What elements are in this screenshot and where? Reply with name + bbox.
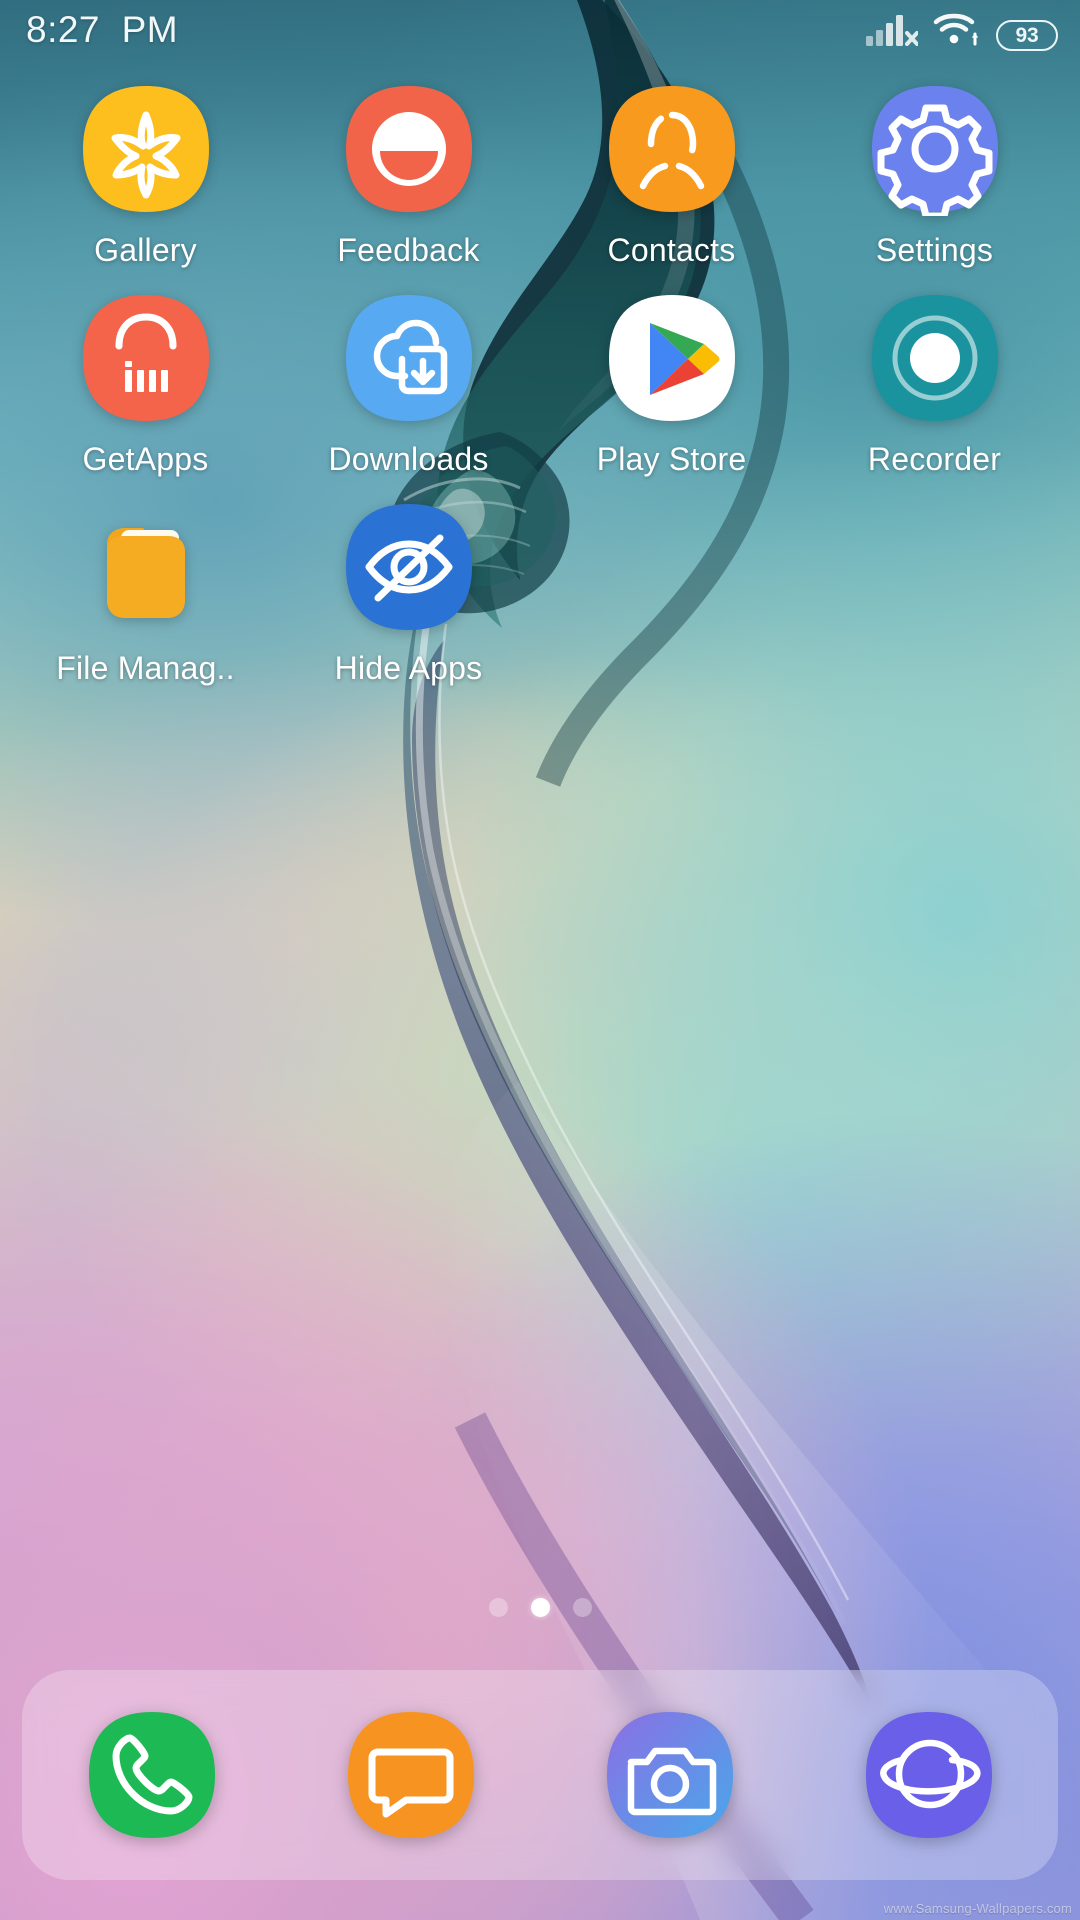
app-grid: Gallery Feedback Contacts Settings GetAp… xyxy=(0,82,1080,687)
settings-gear-icon[interactable] xyxy=(868,82,1002,216)
status-bar-icons: 93 xyxy=(866,10,1058,51)
app-icon-recorder[interactable]: Recorder xyxy=(803,291,1066,478)
page-dot-1[interactable] xyxy=(488,1598,508,1617)
app-label: GetApps xyxy=(82,441,209,477)
app-icon-settings[interactable]: Settings xyxy=(803,82,1066,269)
app-label: Settings xyxy=(875,232,994,268)
battery-icon: 93 xyxy=(996,19,1058,51)
gallery-icon[interactable] xyxy=(79,82,213,216)
wallpaper-watermark: www.Samsung-Wallpapers.com xyxy=(883,1901,1072,1916)
app-icon-feedback[interactable]: Feedback xyxy=(277,82,540,269)
dock-app-camera[interactable] xyxy=(603,1708,737,1842)
messages-icon[interactable] xyxy=(344,1708,478,1842)
status-bar-clock: 8:27 PM xyxy=(26,9,179,50)
page-dot-2[interactable] xyxy=(530,1598,550,1617)
phone-icon[interactable] xyxy=(85,1708,219,1842)
camera-icon[interactable] xyxy=(603,1708,737,1842)
battery-level-label: 93 xyxy=(1015,23,1039,47)
app-label: Play Store xyxy=(596,441,747,477)
app-label: Feedback xyxy=(337,232,480,268)
downloads-icon[interactable] xyxy=(342,291,476,425)
app-label: Downloads xyxy=(328,441,489,477)
dock-app-phone[interactable] xyxy=(85,1708,219,1842)
app-icon-hide-apps[interactable]: Hide Apps xyxy=(277,500,540,687)
feedback-icon[interactable] xyxy=(342,82,476,216)
hide-apps-eye-icon[interactable] xyxy=(342,500,476,634)
app-label: Contacts xyxy=(607,232,736,268)
app-icon-contacts[interactable]: Contacts xyxy=(540,82,803,269)
app-icon-play-store[interactable]: Play Store xyxy=(540,291,803,478)
file-manager-icon[interactable] xyxy=(79,500,213,634)
cellular-signal-no-sim-icon xyxy=(866,12,919,51)
wifi-icon xyxy=(933,10,981,51)
app-icon-downloads[interactable]: Downloads xyxy=(277,291,540,478)
app-label: Gallery xyxy=(94,232,197,268)
app-icon-gallery[interactable]: Gallery xyxy=(14,82,277,269)
dock xyxy=(22,1670,1058,1880)
dock-app-browser[interactable] xyxy=(862,1708,996,1842)
page-dot-3[interactable] xyxy=(572,1598,592,1617)
app-icon-file-manag[interactable]: File Manag.. xyxy=(14,500,277,687)
contacts-icon[interactable] xyxy=(605,82,739,216)
browser-planet-icon[interactable] xyxy=(862,1708,996,1842)
dock-app-messages[interactable] xyxy=(344,1708,478,1842)
app-label: Recorder xyxy=(867,441,1002,477)
getapps-mi-icon[interactable] xyxy=(79,291,213,425)
app-label: File Manag.. xyxy=(56,650,235,686)
app-icon-getapps[interactable]: GetApps xyxy=(14,291,277,478)
app-label: Hide Apps xyxy=(334,650,483,686)
play-store-icon[interactable] xyxy=(605,291,739,425)
status-bar[interactable]: 8:27 PM 93 xyxy=(0,0,1080,60)
page-indicator[interactable] xyxy=(0,1598,1080,1617)
recorder-icon[interactable] xyxy=(868,291,1002,425)
